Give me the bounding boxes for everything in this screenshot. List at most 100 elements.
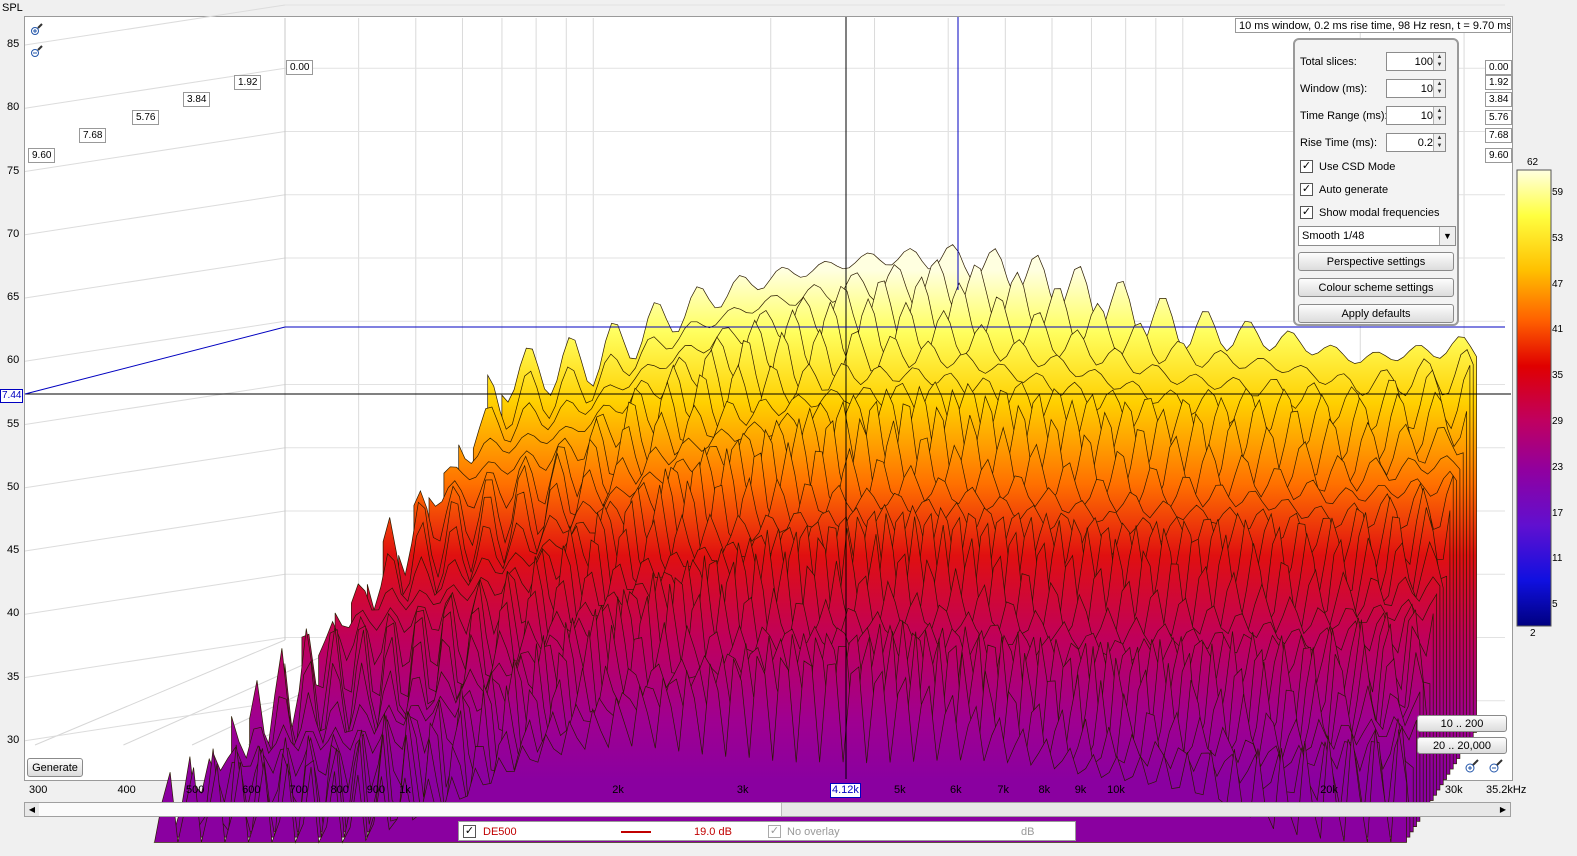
apply-defaults-button[interactable]: Apply defaults (1298, 304, 1454, 323)
colour-scale-bar (1516, 169, 1552, 627)
y-tick-label: 35 (7, 670, 20, 683)
trace-visible-checkbox[interactable]: ✓ (463, 825, 476, 838)
x-tick-label: 1k (399, 784, 411, 796)
spinner-arrows-icon[interactable]: ▲ ▼ (1433, 53, 1445, 70)
legend-bar: ✓ DE500 19.0 dB ✓ No overlay dB (458, 821, 1076, 841)
y-tick-label: 80 (7, 101, 20, 114)
y-tick-label: 60 (7, 354, 20, 367)
time-label-right: 7.68 (1485, 128, 1513, 143)
colour-scale-tick: 11 (1552, 553, 1563, 565)
y-tick-label: 55 (7, 417, 20, 430)
auto-generate-checkbox[interactable]: ✓ (1300, 183, 1313, 196)
zoom-in-icon[interactable] (30, 22, 44, 39)
colour-scale-tick: 35 (1552, 370, 1564, 382)
window-input[interactable] (1387, 80, 1435, 97)
x-tick-label: 2k (612, 784, 624, 796)
x-tick-label: 800 (330, 784, 349, 796)
time-label-left: 3.84 (183, 92, 211, 107)
colour-scale-tick: 29 (1552, 416, 1564, 427)
spinner-arrows-icon[interactable]: ▲ ▼ (1433, 134, 1445, 151)
spinner-arrows-icon[interactable]: ▲ ▼ (1433, 80, 1445, 97)
window-label: Window (ms): (1300, 83, 1368, 95)
info-readout: 10 ms window, 0.2 ms rise time, 98 Hz re… (1235, 18, 1511, 33)
scroll-right-icon[interactable]: ▶ (1496, 803, 1510, 816)
overlay-label: No overlay (787, 826, 840, 838)
y-tick-label: 65 (7, 291, 20, 303)
y-tick-label: 50 (7, 480, 20, 493)
time-range-spinner[interactable]: ▲▼ (1386, 106, 1446, 125)
colour-scale-tick: 23 (1552, 461, 1564, 473)
x-tick-label: 20k (1320, 784, 1338, 796)
time-range-label: Time Range (ms): (1300, 110, 1388, 122)
rise-time-spinner[interactable]: ▲▼ (1386, 133, 1446, 152)
scroll-thumb[interactable] (39, 803, 782, 816)
use-csd-label: Use CSD Mode (1319, 161, 1396, 173)
zoom-out-icon[interactable] (1488, 758, 1504, 777)
x-tick-label: 30k (1444, 784, 1463, 796)
time-label-left: 1.92 (234, 75, 262, 90)
cursor-freq-readout: 4.12k (830, 783, 861, 798)
generate-button[interactable]: Generate (27, 758, 83, 777)
spinner-arrows-icon[interactable]: ▲ ▼ (1433, 107, 1445, 124)
time-label-right: 0.00 (1485, 60, 1513, 75)
colour-scale-tick: 5 (1552, 599, 1558, 611)
y-tick-label: 75 (7, 164, 20, 177)
rise-time-label: Rise Time (ms): (1300, 137, 1377, 149)
show-modal-label: Show modal frequencies (1319, 207, 1440, 219)
y-tick-label: 70 (7, 227, 20, 240)
rise-time-input[interactable] (1387, 134, 1435, 151)
x-tick-label: 35.2kHz (1486, 784, 1527, 796)
x-tick-label: 3k (736, 784, 749, 796)
time-range-input[interactable] (1387, 107, 1435, 124)
zoom-in-icon[interactable] (1464, 758, 1480, 777)
y-tick-label: 45 (7, 544, 20, 556)
x-tick-label: 400 (117, 784, 136, 796)
total-slices-spinner[interactable]: ▲▼ (1386, 52, 1446, 71)
cursor-depth-line (24, 326, 286, 395)
colour-scale-tick: 53 (1552, 232, 1564, 244)
y-tick-label: 85 (7, 38, 20, 50)
x-tick-label: 900 (366, 784, 386, 796)
waterfall-settings-panel: Total slices: ▲▼ Window (ms): ▲▼ Time Ra… (1293, 38, 1459, 326)
chevron-down-icon[interactable]: ▼ (1439, 227, 1455, 245)
time-label-right: 5.76 (1485, 110, 1513, 125)
x-tick-label: 600 (242, 784, 261, 796)
auto-generate-label: Auto generate (1319, 184, 1389, 196)
colour-scale-max: 62 (1527, 157, 1539, 168)
x-tick-label: 8k (1038, 784, 1051, 796)
time-label-left: 7.68 (79, 128, 107, 143)
colour-scale-tick: 17 (1552, 507, 1564, 519)
colour-scheme-settings-button[interactable]: Colour scheme settings (1298, 278, 1454, 297)
range-20-20000-button[interactable]: 20 .. 20,000 (1417, 737, 1507, 754)
x-tick-label: 7k (997, 784, 1010, 796)
time-label-right: 1.92 (1485, 75, 1513, 90)
range-10-200-button[interactable]: 10 .. 200 (1417, 715, 1507, 732)
rew-waterfall-window: SPL 85 80 75 70 65 60 55 50 45 40 35 30 … (0, 0, 1577, 856)
time-label-left: 9.60 (28, 148, 56, 163)
smoothing-value: Smooth 1/48 (1302, 230, 1365, 242)
y-tick-label: 30 (7, 733, 20, 746)
overlay-checkbox[interactable]: ✓ (768, 825, 781, 838)
time-label-left: 0.00 (286, 60, 314, 75)
zoom-out-icon[interactable] (30, 44, 44, 61)
use-csd-checkbox[interactable]: ✓ (1300, 160, 1313, 173)
smoothing-select[interactable]: Smooth 1/48 ▼ (1298, 226, 1456, 246)
colour-scale-tick: 59 (1552, 187, 1564, 198)
total-slices-label: Total slices: (1300, 56, 1357, 68)
x-tick-label: 10k (1107, 784, 1125, 796)
horizontal-scrollbar[interactable]: ◀ ▶ (24, 802, 1511, 817)
perspective-settings-button[interactable]: Perspective settings (1298, 252, 1454, 271)
trace-name: DE500 (483, 826, 517, 838)
time-label-right: 9.60 (1485, 148, 1513, 163)
overlay-unit: dB (1021, 826, 1035, 838)
cursor-spl-readout: 7.44 (0, 389, 24, 403)
show-modal-checkbox[interactable]: ✓ (1300, 206, 1313, 219)
x-tick-label: 300 (29, 784, 48, 796)
time-label-left: 5.76 (132, 110, 160, 125)
window-spinner[interactable]: ▲▼ (1386, 79, 1446, 98)
scroll-left-icon[interactable]: ◀ (25, 803, 39, 816)
total-slices-input[interactable] (1387, 53, 1435, 70)
colour-scale-min: 2 (1530, 628, 1536, 639)
y-tick-label: 40 (7, 607, 20, 620)
trace-line-swatch (621, 831, 651, 833)
